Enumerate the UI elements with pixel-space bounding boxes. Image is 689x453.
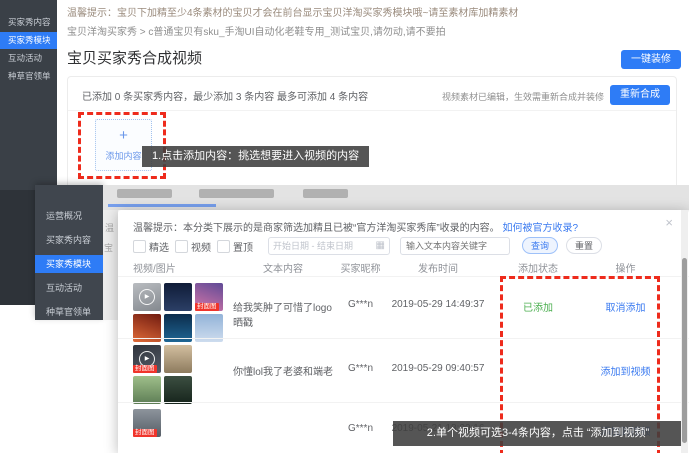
image-thumbnail[interactable] bbox=[164, 376, 192, 404]
header-status: 添加状态 bbox=[493, 260, 583, 275]
header-action: 操作 bbox=[588, 260, 663, 275]
header-media: 视频/图片 bbox=[133, 260, 233, 275]
dimmed-tab-2[interactable] bbox=[199, 189, 274, 198]
image-thumbnail[interactable] bbox=[164, 283, 192, 311]
filter-row: 精选 视频 置顶 开始日期 - 结束日期 ▦ 查询 重置 bbox=[118, 237, 689, 257]
publish-time: 2019-05-29 09:40:57 bbox=[388, 363, 488, 374]
sidebar-item-buyer-show-content[interactable]: 买家秀内容 bbox=[35, 231, 103, 249]
filter-pinned[interactable]: 置顶 bbox=[217, 239, 253, 254]
dimmed-tab-1[interactable] bbox=[117, 189, 172, 198]
added-count-info: 已添加 0 条买家秀内容，最少添加 3 条内容 最多可添加 4 条内容 bbox=[82, 88, 368, 103]
date-range-field[interactable]: 开始日期 - 结束日期 ▦ bbox=[268, 237, 390, 255]
filter-label: 视频 bbox=[191, 239, 211, 254]
cover-tag: 封面图 bbox=[133, 429, 157, 437]
calendar-icon: ▦ bbox=[376, 238, 385, 254]
keyword-input[interactable] bbox=[400, 237, 510, 255]
image-thumbnail[interactable] bbox=[133, 376, 161, 404]
panel-divider bbox=[68, 110, 676, 111]
checkbox-icon[interactable] bbox=[217, 240, 230, 253]
sidebar-a-extension bbox=[0, 190, 35, 305]
page-title: 宝贝买家秀合成视频 bbox=[67, 47, 202, 68]
screenshot-stage: 买家秀内容 买家秀模块 互动活动 种草官领单 温馨提示：宝贝下加精至少4条素材的… bbox=[0, 0, 689, 453]
video-thumbnail[interactable]: ▶ bbox=[133, 283, 161, 311]
official-include-link[interactable]: 如何被官方收录? bbox=[502, 223, 578, 234]
sidebar-item-interactive-activity[interactable]: 互动活动 bbox=[35, 279, 103, 297]
buyer-show-window: 买家秀内容 买家秀模块 互动活动 种草官领单 温馨提示：宝贝下加精至少4条素材的… bbox=[0, 0, 689, 190]
reset-button[interactable]: 重置 bbox=[566, 237, 602, 254]
annotation-step2: 2.单个视频可选3-4条内容，点击 “添加到视频” bbox=[393, 421, 683, 446]
sidebar-item-overview[interactable]: 运营概况 bbox=[35, 207, 103, 225]
active-tab-underline bbox=[108, 204, 216, 207]
sidebar-item-grass-order[interactable]: 种草官领单 bbox=[35, 303, 103, 321]
filter-label: 置顶 bbox=[233, 239, 253, 254]
cover-tag: 封面图 bbox=[195, 303, 219, 311]
header-nick: 买家昵称 bbox=[333, 260, 388, 275]
buyer-nick: G***n bbox=[333, 423, 388, 434]
select-content-modal: × 温馨提示：本分类下展示的是商家筛选加精且已被“官方洋淘买家秀库”收录的内容。… bbox=[118, 210, 689, 453]
sidebar-item-buyer-show-module[interactable]: 买家秀模块 bbox=[35, 255, 103, 273]
thumbnail-grid: ▶ 封面图 bbox=[133, 345, 197, 404]
video-edited-status: 视频素材已编辑，生效需重新合成并装修 bbox=[442, 90, 604, 103]
image-thumbnail[interactable]: 封面图 bbox=[133, 409, 161, 437]
table-header: 视频/图片 文本内容 买家昵称 发布时间 添加状态 操作 bbox=[118, 260, 689, 276]
image-thumbnail[interactable]: 封面图 bbox=[195, 283, 223, 311]
header-time: 发布时间 bbox=[388, 260, 488, 275]
dimmed-tab-bar bbox=[103, 185, 689, 210]
buyer-nick: G***n bbox=[333, 299, 388, 310]
sidebar-a: 买家秀内容 买家秀模块 互动活动 种草官领单 bbox=[0, 0, 57, 190]
filter-featured[interactable]: 精选 bbox=[133, 239, 169, 254]
sidebar-b: 运营概况 买家秀内容 买家秀模块 互动活动 种草官领单 bbox=[35, 185, 103, 320]
breadcrumb[interactable]: 宝贝洋淘买家秀 > c普通宝贝有sku_手淘UI自动化老鞋专用_测试宝贝,请勿动… bbox=[67, 23, 446, 38]
checkbox-icon[interactable] bbox=[175, 240, 188, 253]
header-text: 文本内容 bbox=[233, 260, 333, 275]
sidebar-item-interactive-activity[interactable]: 互动活动 bbox=[0, 50, 57, 67]
modal-tip: 温馨提示：本分类下展示的是商家筛选加精且已被“官方洋淘买家秀库”收录的内容。 如… bbox=[133, 219, 578, 234]
video-thumbnail[interactable]: ▶ 封面图 bbox=[133, 345, 161, 373]
one-click-decorate-button[interactable]: 一键装修 bbox=[621, 50, 681, 69]
filter-label: 精选 bbox=[149, 239, 169, 254]
recompose-button[interactable]: 重新合成 bbox=[610, 85, 670, 105]
date-placeholder: 开始日期 - 结束日期 bbox=[273, 241, 353, 251]
content-text: 你懂lol我了老婆和端老 bbox=[233, 363, 333, 378]
content-text: 给我笑肿了可惜了logo晒戳 bbox=[233, 299, 333, 329]
image-thumbnail[interactable] bbox=[164, 345, 192, 373]
close-icon[interactable]: × bbox=[665, 215, 673, 230]
publish-time: 2019-05-29 14:49:37 bbox=[388, 299, 488, 310]
buyer-nick: G***n bbox=[333, 363, 388, 374]
query-button[interactable]: 查询 bbox=[522, 237, 558, 254]
annotation-step1: 1.点击添加内容：挑选想要进入视频的内容 bbox=[142, 146, 369, 167]
dimmed-text-remnant: 温 bbox=[105, 221, 114, 234]
play-icon: ▶ bbox=[139, 289, 155, 305]
dimmed-tab-3[interactable] bbox=[303, 189, 348, 198]
warm-tip-text: 温馨提示：宝贝下加精至少4条素材的宝贝才会在前台显示宝贝洋淘买家秀模块哦~请至素… bbox=[67, 4, 518, 19]
scrollbar-thumb[interactable] bbox=[682, 258, 687, 443]
thumbnail-grid: 封面图 bbox=[133, 409, 165, 437]
filter-video[interactable]: 视频 bbox=[175, 239, 211, 254]
sidebar-item-buyer-show-content[interactable]: 买家秀内容 bbox=[0, 14, 57, 31]
sidebar-item-buyer-show-module[interactable]: 买家秀模块 bbox=[0, 32, 57, 49]
checkbox-icon[interactable] bbox=[133, 240, 146, 253]
sidebar-item-grass-order[interactable]: 种草官领单 bbox=[0, 68, 57, 85]
dimmed-text-remnant: 宝 bbox=[104, 241, 113, 254]
cover-tag: 封面图 bbox=[133, 365, 157, 373]
thumbnail-grid: ▶ 封面图 bbox=[133, 283, 229, 342]
modal-tip-text: 温馨提示：本分类下展示的是商家筛选加精且已被“官方洋淘买家秀库”收录的内容。 bbox=[133, 223, 500, 234]
